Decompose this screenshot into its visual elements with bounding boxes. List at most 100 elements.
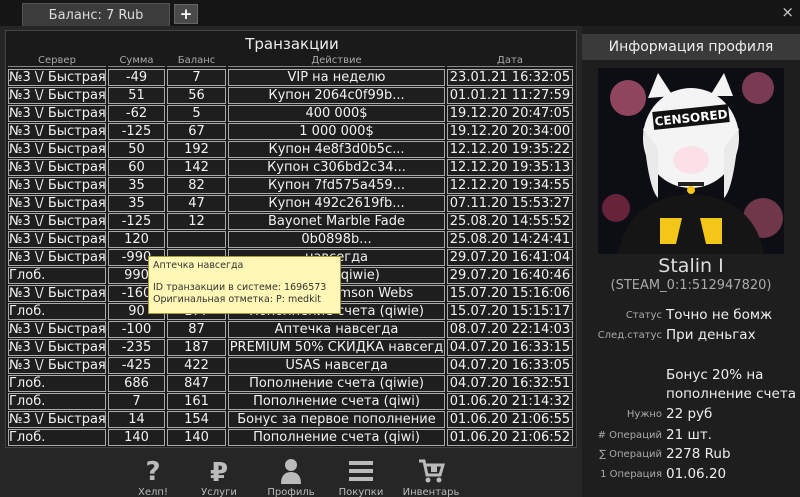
row-server: №3 \/ Быстрая <box>8 159 106 176</box>
nav-help[interactable]: ? Хелп! <box>118 457 188 497</box>
first-op-value: 01.06.20 <box>666 466 727 482</box>
header-date[interactable]: Дата <box>447 55 573 67</box>
row-date: 29.07.20 16:40:46 <box>447 267 573 284</box>
row-balance: 154 <box>167 411 226 428</box>
nav-inventory[interactable]: Инвентарь <box>396 457 466 497</box>
transactions-table: Транзакции Сервер Сумма Баланс Действие … <box>5 30 577 448</box>
table-row[interactable]: №3 \/ Быстрая 60 142 Купон c306bd2c34... 12.… <box>8 159 575 177</box>
row-sum: 140 <box>108 429 165 446</box>
row-action: 1 000 000$ <box>228 123 445 140</box>
nav-services[interactable]: ₽ Услуги <box>184 457 254 497</box>
avatar: CENSORED <box>598 68 784 254</box>
row-server: Глоб. <box>8 267 106 284</box>
profile-name: Stalin I <box>658 255 724 277</box>
row-action: Купон 4e8f3d0b5c... <box>228 141 445 158</box>
row-action: Купон 492c2619fb... <box>228 195 445 212</box>
next-status-value: При деньгах <box>666 327 756 343</box>
row-balance: 82 <box>167 177 226 194</box>
table-row[interactable]: Глоб. 7 161 Пополнение счета (qiwi) 01.06.20… <box>8 393 575 411</box>
tooltip-original: Оригинальная отметка: P: medkit <box>153 294 321 305</box>
row-server: №3 \/ Быстрая <box>8 105 106 122</box>
row-sum: -62 <box>108 105 165 122</box>
ops-count-value: 21 шт. <box>666 427 712 443</box>
row-server: №3 \/ Быстрая <box>8 357 106 374</box>
row-balance <box>167 231 226 248</box>
row-action: Купон 7fd575a459... <box>228 177 445 194</box>
row-server: №3 \/ Быстрая <box>8 69 106 86</box>
row-date: 01.06.20 21:06:52 <box>447 429 573 446</box>
row-server: №3 \/ Быстрая <box>8 141 106 158</box>
table-row[interactable]: №3 \/ Быстрая 35 82 Купон 7fd575a459... 12.1… <box>8 177 575 195</box>
row-server: Глоб. <box>8 303 106 320</box>
row-server: Глоб. <box>8 393 106 410</box>
row-sum: 51 <box>108 87 165 104</box>
row-server: №3 \/ Быстрая <box>8 123 106 140</box>
row-action: PREMIUM 50% СКИДКА навсегд <box>228 339 445 356</box>
table-header: Сервер Сумма Баланс Действие Дата <box>8 55 575 67</box>
tab-balance[interactable]: Баланс: 7 Rub <box>22 3 170 26</box>
need-label: Нужно <box>626 409 662 420</box>
table-row[interactable]: Глоб. 140 140 Пополнение счета (qiwi) 01.06.… <box>8 429 575 447</box>
add-tab-button[interactable]: + <box>174 4 198 24</box>
table-row[interactable]: №3 \/ Быстрая 120 0b0898b... 25.08.20 14:24… <box>8 231 575 249</box>
table-row[interactable]: №3 \/ Быстрая -425 422 USAS навсегда 04.07.2… <box>8 357 575 375</box>
row-balance: 5 <box>167 105 226 122</box>
table-row[interactable]: №3 \/ Быстрая 35 47 Купон 492c2619fb... 07.1… <box>8 195 575 213</box>
row-action: Пополнение счета (qiwi) <box>228 429 445 446</box>
row-date: 04.07.20 16:32:51 <box>447 375 573 392</box>
row-date: 12.12.20 19:35:13 <box>447 159 573 176</box>
top-bar: Баланс: 7 Rub + × <box>0 0 800 26</box>
row-date: 19.12.20 20:47:05 <box>447 105 573 122</box>
row-balance: 7 <box>167 69 226 86</box>
row-balance: 56 <box>167 87 226 104</box>
header-server[interactable]: Сервер <box>8 55 106 67</box>
nav-purchases-label: Покупки <box>338 487 384 497</box>
row-sum: 686 <box>108 375 165 392</box>
row-sum: -125 <box>108 123 165 140</box>
tooltip-id: ID транзакции в системе: 1696573 <box>153 282 327 293</box>
row-server: №3 \/ Быстрая <box>8 321 106 338</box>
ruble-icon: ₽ <box>184 457 254 488</box>
header-sum[interactable]: Сумма <box>108 55 165 67</box>
svg-text:₽: ₽ <box>210 458 228 485</box>
user-icon <box>256 457 326 485</box>
row-balance: 422 <box>167 357 226 374</box>
row-date: 25.08.20 14:55:52 <box>447 213 573 230</box>
row-sum: 60 <box>108 159 165 176</box>
table-row[interactable]: №3 \/ Быстрая -100 87 Аптечка навсегда 08.07… <box>8 321 575 339</box>
table-row[interactable]: №3 \/ Быстрая -125 12 Bayonet Marble Fade 25… <box>8 213 575 231</box>
row-date: 15.07.20 15:15:17 <box>447 303 573 320</box>
close-icon[interactable]: × <box>781 3 794 21</box>
bonus-text: Бонус 20% на пополнение счета <box>666 367 796 402</box>
row-action: Бонус за первое пополнение <box>228 411 445 428</box>
table-row[interactable]: №3 \/ Быстрая -125 67 1 000 000$ 19.12.20 20… <box>8 123 575 141</box>
row-server: №3 \/ Быстрая <box>8 87 106 104</box>
nav-inventory-label: Инвентарь <box>402 487 460 497</box>
table-row[interactable]: №3 \/ Быстрая -62 5 400 000$ 19.12.20 20:47:… <box>8 105 575 123</box>
table-row[interactable]: №3 \/ Быстрая -49 7 VIP на неделю 23.01.21 1… <box>8 69 575 87</box>
table-row[interactable]: №3 \/ Быстрая 50 192 Купон 4e8f3d0b5c... 12.… <box>8 141 575 159</box>
nav-purchases[interactable]: Покупки <box>326 457 396 497</box>
svg-text:?: ? <box>145 457 160 485</box>
row-sum: 7 <box>108 393 165 410</box>
row-balance: 847 <box>167 375 226 392</box>
row-balance: 192 <box>167 141 226 158</box>
transactions-title: Транзакции <box>245 35 339 53</box>
row-action: 400 000$ <box>228 105 445 122</box>
row-date: 04.07.20 16:33:05 <box>447 357 573 374</box>
header-action[interactable]: Действие <box>228 55 445 67</box>
list-icon <box>326 457 396 485</box>
row-balance: 142 <box>167 159 226 176</box>
table-row[interactable]: Глоб. 686 847 Пополнение счета (qiwie) 04.07… <box>8 375 575 393</box>
table-row[interactable]: №3 \/ Быстрая 14 154 Бонус за первое пополн… <box>8 411 575 429</box>
table-row[interactable]: №3 \/ Быстрая -235 187 PREMIUM 50% СКИДКА н… <box>8 339 575 357</box>
row-action: Пополнение счета (qiwie) <box>228 375 445 392</box>
nav-profile[interactable]: Профиль <box>256 457 326 497</box>
row-date: 15.07.20 15:16:06 <box>447 285 573 302</box>
header-balance[interactable]: Баланс <box>167 55 226 67</box>
ops-sum-value: 2278 Rub <box>666 446 731 462</box>
main-panel: Транзакции Сервер Сумма Баланс Действие … <box>0 26 582 497</box>
row-server: №3 \/ Быстрая <box>8 195 106 212</box>
cart-icon <box>396 457 466 485</box>
table-row[interactable]: №3 \/ Быстрая 51 56 Купон 2064c0f99b... 01.0… <box>8 87 575 105</box>
